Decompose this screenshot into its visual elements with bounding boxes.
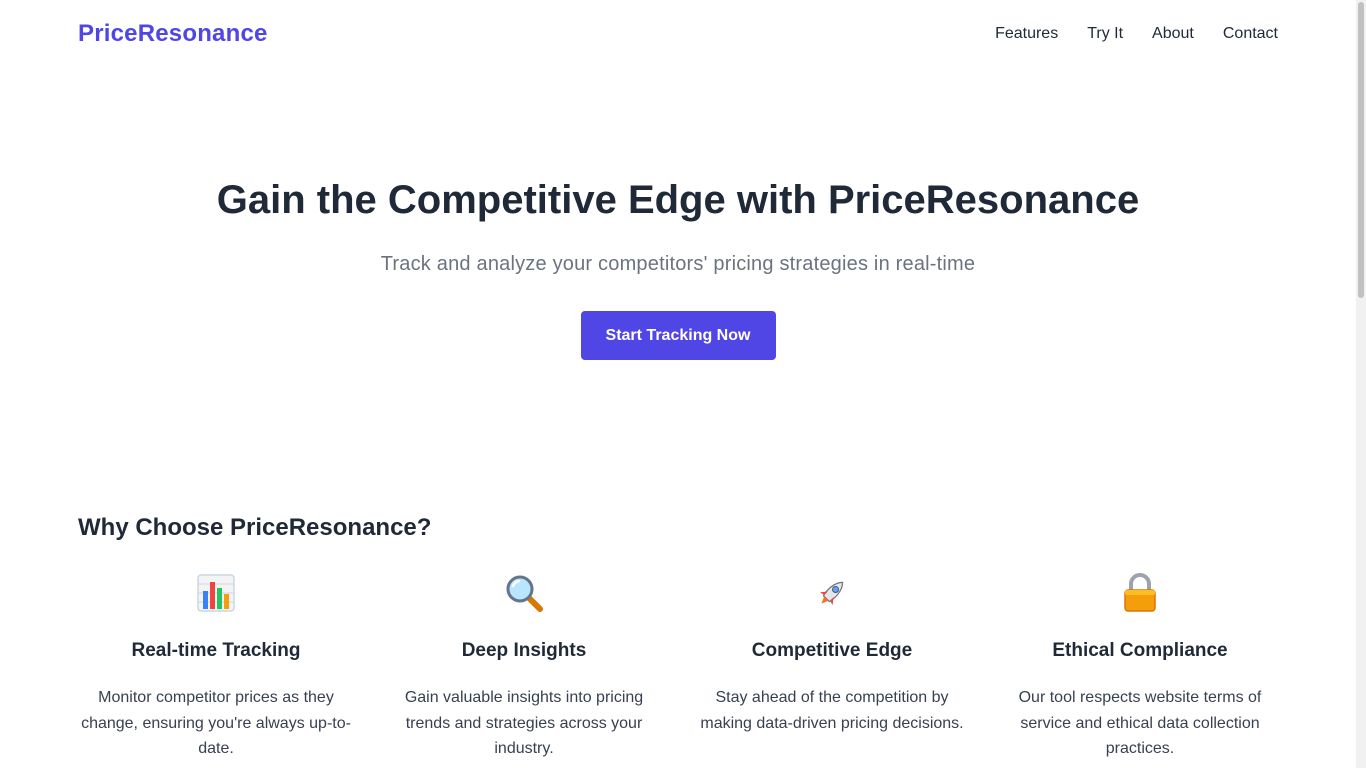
feature-description: Gain valuable insights into pricing tren… [404, 689, 644, 757]
hero-title: Gain the Competitive Edge with PriceReso… [216, 178, 1140, 222]
feature-description: Stay ahead of the competition by making … [700, 689, 964, 732]
hero-subtitle: Track and analyze your competitors' pric… [380, 253, 976, 275]
feature-card-real-time-tracking: Real-time Tracking Monitor competitor pr… [78, 570, 354, 762]
feature-description: Our tool respects website terms of servi… [1018, 689, 1262, 757]
feature-title: Deep Insights [461, 640, 587, 661]
feature-title: Ethical Compliance [1052, 640, 1228, 661]
lock-icon [1002, 570, 1278, 616]
rocket-icon [694, 570, 970, 616]
scrollbar-thumb[interactable] [1358, 2, 1364, 298]
feature-card-competitive-edge: Competitive Edge Stay ahead of the compe… [694, 570, 970, 762]
site-header: PriceResonance Features Try It About Con… [78, 0, 1278, 68]
nav-link-features[interactable]: Features [995, 25, 1058, 43]
feature-title: Real-time Tracking [131, 640, 301, 661]
magnifier-icon [386, 570, 662, 616]
feature-title: Competitive Edge [751, 640, 913, 661]
bar-chart-icon [78, 570, 354, 616]
hero-section: Gain the Competitive Edge with PriceReso… [0, 170, 1356, 360]
vertical-scrollbar[interactable] [1356, 0, 1366, 768]
feature-card-deep-insights: Deep Insights Gain valuable insights int… [386, 570, 662, 762]
start-tracking-button[interactable]: Start Tracking Now [580, 311, 776, 360]
nav-link-contact[interactable]: Contact [1223, 25, 1278, 43]
nav-link-about[interactable]: About [1152, 25, 1194, 43]
features-heading: Why Choose PriceResonance? [78, 514, 432, 541]
feature-card-ethical-compliance: Ethical Compliance Our tool respects web… [1002, 570, 1278, 762]
brand-logo[interactable]: PriceResonance [78, 20, 268, 48]
page: PriceResonance Features Try It About Con… [0, 0, 1356, 768]
main-nav: Features Try It About Contact [995, 25, 1278, 43]
nav-link-try-it[interactable]: Try It [1087, 25, 1123, 43]
feature-grid: Real-time Tracking Monitor competitor pr… [78, 570, 1278, 762]
feature-description: Monitor competitor prices as they change… [81, 689, 351, 757]
